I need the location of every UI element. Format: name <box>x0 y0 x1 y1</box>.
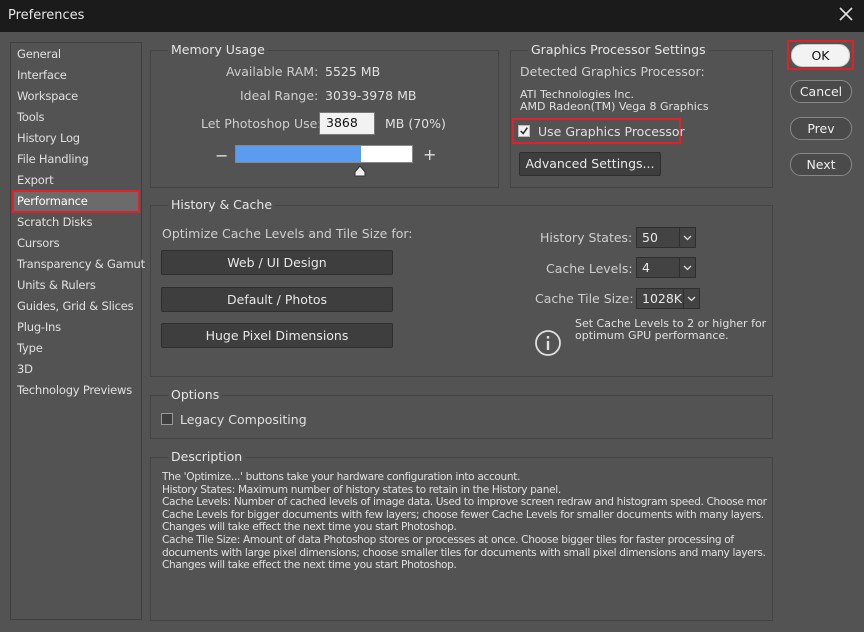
memory-slider-thumb[interactable] <box>354 165 366 177</box>
description-line: Cache Levels for bigger documents with f… <box>162 508 764 521</box>
cache-tile-size-label: Cache Tile Size: <box>535 291 634 306</box>
legacy-compositing-label[interactable]: Legacy Compositing <box>180 412 307 427</box>
history-states-select[interactable]: 50 <box>636 227 696 248</box>
sidebar-item-3d[interactable]: 3D <box>14 360 138 379</box>
sidebar-item-guides-grid-slices[interactable]: Guides, Grid & Slices <box>14 297 138 316</box>
let-photoshop-use-label: Let Photoshop Use: <box>201 116 322 131</box>
huge-pixel-dimensions-button[interactable]: Huge Pixel Dimensions <box>161 323 393 348</box>
gpu-hint-line2: optimum GPU performance. <box>575 329 729 342</box>
chevron-down-icon <box>683 235 692 241</box>
cache-tile-size-value: 1028K <box>642 291 683 306</box>
sidebar-item-scratch-disks[interactable]: Scratch Disks <box>14 213 138 232</box>
memory-use-suffix: MB (70%) <box>385 116 446 131</box>
description-line: documents with large pixel dimensions; c… <box>162 546 766 559</box>
default-photos-button[interactable]: Default / Photos <box>161 287 393 312</box>
optimize-label: Optimize Cache Levels and Tile Size for: <box>162 226 413 241</box>
sidebar-item-workspace[interactable]: Workspace <box>14 87 138 106</box>
memory-slider-fill <box>236 146 361 162</box>
sidebar-item-general[interactable]: General <box>14 45 138 64</box>
increase-memory-button[interactable]: + <box>423 145 436 164</box>
gpu-settings-title: Graphics Processor Settings <box>528 42 709 57</box>
use-gpu-label[interactable]: Use Graphics Processor <box>538 124 685 139</box>
sidebar-item-units-rulers[interactable]: Units & Rulers <box>14 276 138 295</box>
info-icon <box>535 330 561 356</box>
memory-use-input[interactable]: 3868 <box>319 112 375 135</box>
prev-button[interactable]: Prev <box>790 117 852 140</box>
history-states-value: 50 <box>642 230 658 245</box>
memory-usage-title: Memory Usage <box>168 42 268 57</box>
cache-tile-size-select[interactable]: 1028K <box>636 288 700 309</box>
cancel-button[interactable]: Cancel <box>790 80 852 103</box>
sidebar-item-transparency-gamut[interactable]: Transparency & Gamut <box>14 255 145 274</box>
gpu-model: AMD Radeon(TM) Vega 8 Graphics <box>520 100 709 113</box>
sidebar-item-plug-ins[interactable]: Plug-Ins <box>14 318 138 337</box>
title-bar: Preferences <box>0 0 864 32</box>
window-title: Preferences <box>8 8 85 23</box>
sidebar-item-type[interactable]: Type <box>14 339 138 358</box>
detected-gpu-label: Detected Graphics Processor: <box>520 64 705 79</box>
sidebar-item-cursors[interactable]: Cursors <box>14 234 138 253</box>
history-states-label: History States: <box>540 230 633 245</box>
next-button[interactable]: Next <box>790 153 852 176</box>
advanced-settings-button[interactable]: Advanced Settings... <box>519 152 661 176</box>
ok-button[interactable]: OK <box>791 44 850 67</box>
description-line: Cache Levels: Number of cached levels of… <box>162 496 767 509</box>
legacy-compositing-checkbox[interactable] <box>161 413 173 425</box>
history-cache-title: History & Cache <box>168 197 276 212</box>
memory-slider[interactable] <box>235 145 413 163</box>
sidebar-item-tools[interactable]: Tools <box>14 108 138 127</box>
description-line: Changes will take effect the next time y… <box>162 559 457 572</box>
ideal-range-label: Ideal Range: <box>240 88 319 103</box>
description-line: Cache Tile Size: Amount of data Photosho… <box>162 533 734 546</box>
sidebar-item-interface[interactable]: Interface <box>14 66 138 85</box>
description-text: The 'Optimize...' buttons take your hard… <box>162 471 767 572</box>
sidebar-item-export[interactable]: Export <box>14 171 138 190</box>
sidebar: General Interface Workspace Tools Histor… <box>10 42 145 620</box>
cache-levels-select[interactable]: 4 <box>636 257 696 278</box>
sidebar-item-file-handling[interactable]: File Handling <box>14 150 138 169</box>
description-line: The 'Optimize...' buttons take your hard… <box>162 471 521 483</box>
web-ui-design-button[interactable]: Web / UI Design <box>161 250 393 275</box>
options-title: Options <box>168 387 223 402</box>
available-ram-value: 5525 MB <box>325 64 381 79</box>
cache-levels-value: 4 <box>642 260 650 275</box>
decrease-memory-button[interactable]: − <box>215 146 228 165</box>
chevron-down-icon <box>687 296 696 302</box>
sidebar-item-performance[interactable]: Performance <box>12 190 140 213</box>
available-ram-label: Available RAM: <box>226 64 319 79</box>
checkmark-icon <box>520 127 528 135</box>
sidebar-item-history-log[interactable]: History Log <box>14 129 138 148</box>
use-gpu-checkbox[interactable] <box>518 125 530 137</box>
cache-levels-label: Cache Levels: <box>546 261 633 276</box>
description-line: Changes will take effect the next time y… <box>162 521 457 534</box>
sidebar-item-technology-previews[interactable]: Technology Previews <box>14 381 138 400</box>
description-line: History States: Maximum number of histor… <box>162 483 561 496</box>
ideal-range-value: 3039-3978 MB <box>325 88 417 103</box>
description-title: Description <box>168 449 246 464</box>
chevron-down-icon <box>683 265 692 271</box>
close-icon[interactable] <box>838 6 854 22</box>
